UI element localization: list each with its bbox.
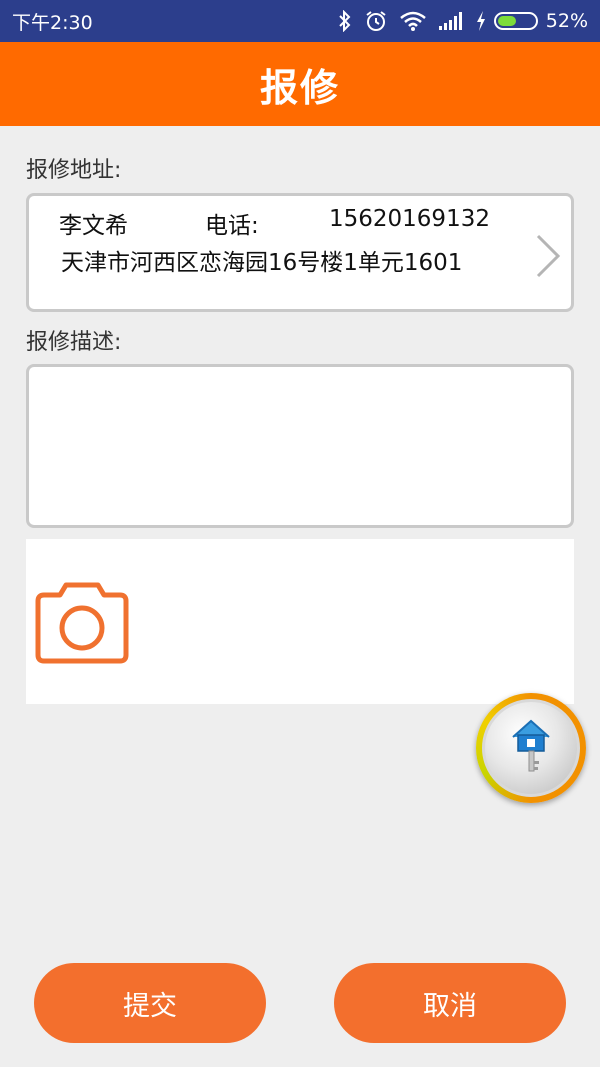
home-key-icon [509,717,553,779]
signal-icon [438,11,464,31]
description-input[interactable] [26,364,574,528]
battery-percent: 52% [545,10,588,32]
battery-fill [497,16,517,26]
status-icons: 52% [338,10,588,32]
address-label: 报修地址: [26,158,122,183]
charging-icon [476,11,486,31]
status-bar: 下午2:30 52% [0,0,600,42]
bluetooth-icon [338,10,352,32]
contact-name: 李文希 [59,213,128,239]
wifi-icon [399,11,426,31]
status-time: 下午2:30 [12,11,93,34]
address-selector[interactable]: 李文希 电话: 15620169132 天津市河西区恋海园16号楼1单元1601 [26,193,574,312]
phone-number: 15620169132 [329,206,490,232]
battery-indicator: 52% [476,10,588,32]
camera-icon[interactable] [32,577,132,667]
floating-home-button[interactable] [476,693,586,803]
float-inner [482,699,580,797]
battery-icon [493,12,538,30]
contact-line: 李文希 电话: 15620169132 [59,206,490,240]
submit-button[interactable]: 提交 [34,963,266,1043]
cancel-button[interactable]: 取消 [334,963,566,1043]
page-title: 报修 [259,65,340,110]
chevron-right-icon [535,234,561,282]
address-text: 天津市河西区恋海园16号楼1单元1601 [61,250,463,276]
phone-label: 电话: [205,213,259,239]
description-label: 报修描述: [26,330,122,355]
app-bar: 报修 [0,42,600,126]
alarm-icon [364,10,388,32]
photo-panel [26,539,574,704]
